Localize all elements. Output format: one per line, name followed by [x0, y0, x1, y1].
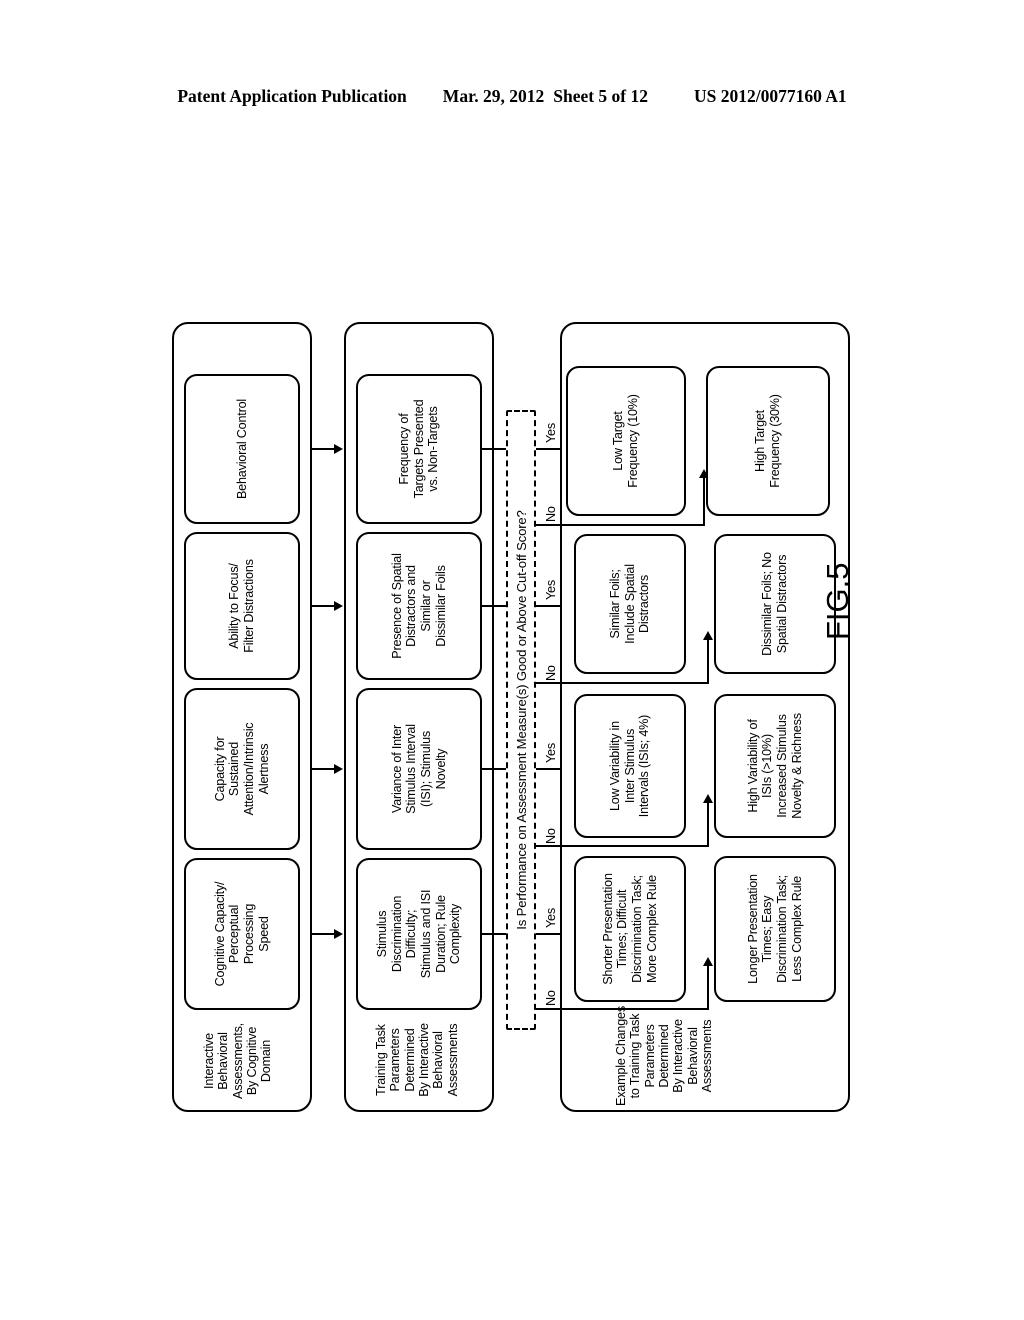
node-dissimilar-foils[interactable]: Dissimilar Foils; No Spatial Distractors — [714, 534, 836, 674]
arrowhead-cognitive-to-stimulus — [334, 929, 343, 939]
connector-no-1-vert — [536, 1008, 708, 1010]
node-behavioral-control[interactable]: Behavioral Control — [184, 374, 300, 524]
node-cognitive-capacity[interactable]: Cognitive Capacity/ Perceptual Processin… — [184, 858, 300, 1010]
connector-isi-to-decision — [482, 768, 506, 770]
connector-frequency-to-decision — [482, 448, 506, 450]
group-example-changes-label: Example Changes to Training Task Paramet… — [614, 1006, 715, 1106]
node-sustained-attention[interactable]: Capacity for Sustained Attention/Intrins… — [184, 688, 300, 850]
connector-no-3-horz — [707, 636, 709, 684]
header-date: Mar. 29, 2012 — [442, 86, 545, 106]
arrowhead-focus-to-distractors — [334, 601, 343, 611]
node-focus-filter[interactable]: Ability to Focus/ Filter Distractions — [184, 532, 300, 680]
branch-label-no-1: No — [544, 990, 558, 1006]
header-publication-label: Patent Application Publication — [177, 86, 407, 106]
branch-label-yes-3: Yes — [544, 580, 558, 600]
branch-label-no-4: No — [544, 506, 558, 522]
connector-no-2-vert — [536, 845, 708, 847]
branch-label-yes-1: Yes — [544, 908, 558, 928]
connector-no-4-vert — [536, 524, 704, 526]
connector-distractors-to-decision — [482, 605, 506, 607]
patent-header: Patent Application Publication Mar. 29, … — [0, 86, 1024, 107]
branch-label-no-2: No — [544, 828, 558, 844]
connector-no-4-horz — [703, 474, 705, 526]
node-shorter-presentation[interactable]: Shorter Presentation Times; Difficult Di… — [574, 856, 686, 1002]
group-assessments-label: Interactive Behavioral Assessments, By C… — [202, 1023, 274, 1099]
arrowhead-no-3 — [703, 631, 713, 640]
node-spatial-distractors[interactable]: Presence of Spatial Distractors and Simi… — [356, 532, 482, 680]
connector-no-1-horz — [707, 962, 709, 1010]
connector-stimulus-to-decision — [482, 933, 506, 935]
node-similar-foils[interactable]: Similar Foils; Include Spatial Distracto… — [574, 534, 686, 674]
branch-label-no-3: No — [544, 665, 558, 681]
figure-canvas: Interactive Behavioral Assessments, By C… — [162, 222, 862, 1122]
arrowhead-no-1 — [703, 957, 713, 966]
node-target-frequency[interactable]: Frequency of Targets Presented vs. Non-T… — [356, 374, 482, 524]
header-sheet: Sheet 5 of 12 — [553, 86, 649, 106]
figure-caption: FIG.5 — [820, 562, 855, 640]
group-training-parameters-label: Training Task Parameters Determined By I… — [374, 1023, 460, 1097]
arrowhead-attention-to-isi — [334, 764, 343, 774]
connector-no-3-vert — [536, 682, 708, 684]
decision-performance-cutoff[interactable]: Is Performance on Assessment Measure(s) … — [506, 410, 536, 1030]
node-high-isi-variability[interactable]: High Variability of ISIs (>10%) Increase… — [714, 694, 836, 838]
arrowhead-no-2 — [703, 794, 713, 803]
node-stimulus-discrimination[interactable]: Stimulus Discrimination Difficulty; Stim… — [356, 858, 482, 1010]
header-publication-number: US 2012/0077160 A1 — [694, 86, 847, 106]
node-low-target-frequency[interactable]: Low Target Frequency (10%) — [566, 366, 686, 516]
arrowhead-control-to-frequency — [334, 444, 343, 454]
branch-label-yes-2: Yes — [544, 743, 558, 763]
node-isi-variance[interactable]: Variance of Inter Stimulus Interval (ISI… — [356, 688, 482, 850]
branch-label-yes-4: Yes — [544, 423, 558, 443]
node-high-target-frequency[interactable]: High Target Frequency (30%) — [706, 366, 830, 516]
node-low-isi-variability[interactable]: Low Variability in Inter Stimulus Interv… — [574, 694, 686, 838]
connector-no-2-horz — [707, 799, 709, 847]
node-longer-presentation[interactable]: Longer Presentation Times; Easy Discrimi… — [714, 856, 836, 1002]
